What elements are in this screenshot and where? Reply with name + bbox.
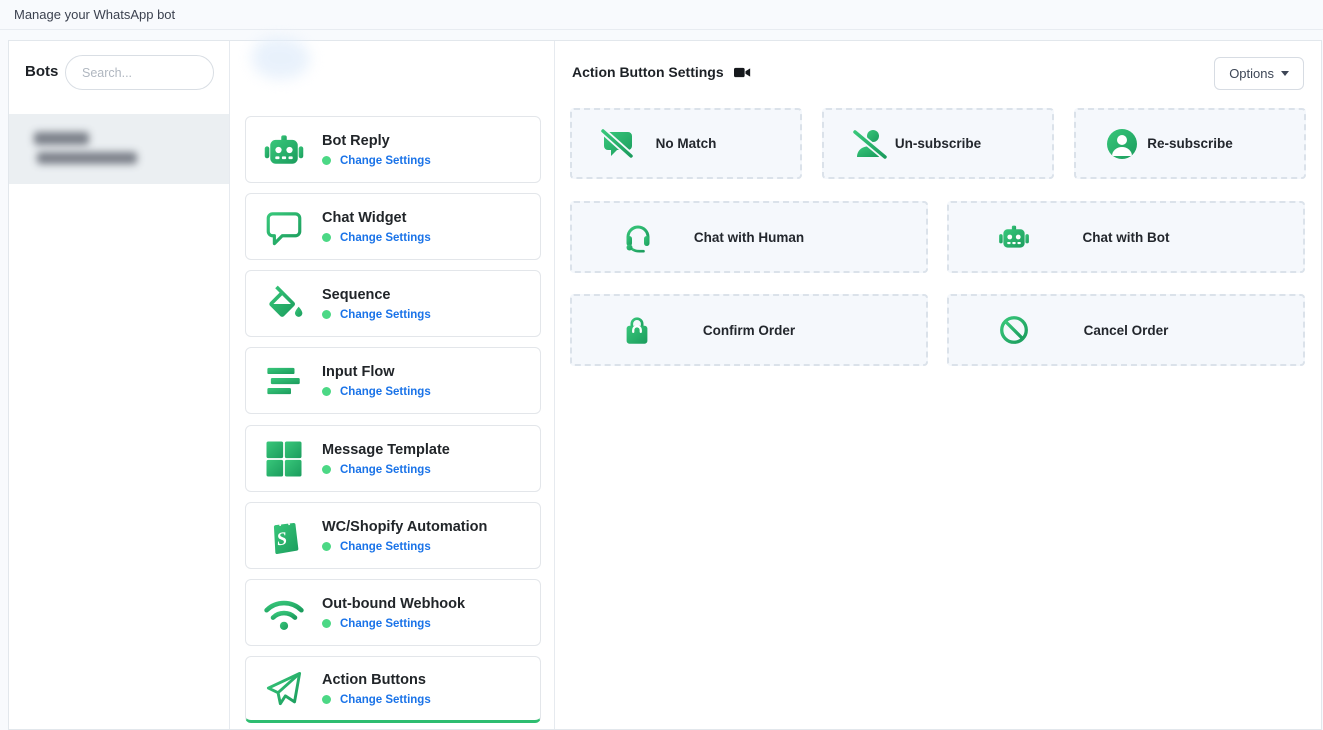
action-label: Re-subscribe: [1076, 110, 1304, 177]
feature-card-message-template[interactable]: Message Template Change Settings: [245, 425, 541, 492]
feature-card-bot-reply[interactable]: Bot Reply Change Settings: [245, 116, 541, 183]
action-chat-with-human[interactable]: Chat with Human: [570, 201, 928, 273]
status-dot: [322, 156, 331, 165]
change-settings-link[interactable]: Change Settings: [340, 309, 431, 321]
main-container: Bots Bot R: [8, 40, 1322, 730]
feature-title: Sequence: [322, 287, 431, 303]
bots-sidebar: Bots: [9, 41, 229, 729]
options-label: Options: [1229, 66, 1274, 81]
redacted-logo-blob: [252, 37, 310, 79]
action-unsubscribe[interactable]: Un-subscribe: [822, 108, 1054, 179]
action-label: Chat with Human: [572, 203, 926, 271]
status-dot: [322, 387, 331, 396]
chat-bubble-icon: [261, 204, 306, 249]
options-button[interactable]: Options: [1214, 57, 1304, 90]
action-confirm-order[interactable]: Confirm Order: [570, 294, 928, 366]
video-camera-icon[interactable]: [734, 66, 751, 79]
page-title: Manage your WhatsApp bot: [14, 7, 175, 22]
bot-list-item-selected[interactable]: [9, 114, 229, 184]
change-settings-link[interactable]: Change Settings: [340, 541, 431, 553]
redacted-bot-name: [34, 132, 89, 145]
redacted-bot-phone: [37, 152, 137, 164]
robot-icon: [261, 127, 306, 172]
bots-heading: Bots: [25, 63, 58, 80]
status-dot: [322, 695, 331, 704]
action-chat-with-bot[interactable]: Chat with Bot: [947, 201, 1305, 273]
status-dot: [322, 310, 331, 319]
feature-title: Chat Widget: [322, 210, 431, 226]
action-resubscribe[interactable]: Re-subscribe: [1074, 108, 1306, 179]
status-dot: [322, 542, 331, 551]
feature-title: Message Template: [322, 442, 450, 458]
status-dot: [322, 619, 331, 628]
feature-card-shopify[interactable]: S WC/Shopify Automation Change Settings: [245, 502, 541, 569]
change-settings-link[interactable]: Change Settings: [340, 464, 431, 476]
wifi-icon: [261, 590, 306, 635]
status-dot: [322, 465, 331, 474]
feature-card-action-buttons[interactable]: Action Buttons Change Settings: [245, 656, 541, 723]
shopify-bag-icon: S: [261, 513, 306, 558]
feature-title: WC/Shopify Automation: [322, 519, 487, 535]
feature-card-chat-widget[interactable]: Chat Widget Change Settings: [245, 193, 541, 260]
feature-title: Out-bound Webhook: [322, 596, 465, 612]
paint-bucket-icon: [261, 281, 306, 326]
panel-title: Action Button Settings: [572, 64, 724, 80]
status-dot: [322, 233, 331, 242]
action-label: Un-subscribe: [824, 110, 1052, 177]
change-settings-link[interactable]: Change Settings: [340, 155, 431, 167]
bars-icon: [261, 358, 306, 403]
search-input[interactable]: [65, 55, 214, 90]
feature-card-webhook[interactable]: Out-bound Webhook Change Settings: [245, 579, 541, 646]
page-header: Manage your WhatsApp bot: [0, 0, 1323, 30]
feature-title: Input Flow: [322, 364, 431, 380]
feature-card-sequence[interactable]: Sequence Change Settings: [245, 270, 541, 337]
action-label: No Match: [572, 110, 800, 177]
feature-card-input-flow[interactable]: Input Flow Change Settings: [245, 347, 541, 414]
feature-title: Action Buttons: [322, 672, 431, 688]
action-label: Confirm Order: [572, 296, 926, 364]
grid-icon: [261, 436, 306, 481]
paper-plane-icon: [261, 666, 306, 711]
action-button-settings-panel: Action Button Settings Options No Ma: [555, 41, 1323, 729]
action-cancel-order[interactable]: Cancel Order: [947, 294, 1305, 366]
action-label: Cancel Order: [949, 296, 1303, 364]
change-settings-link[interactable]: Change Settings: [340, 386, 431, 398]
action-no-match[interactable]: No Match: [570, 108, 802, 179]
change-settings-link[interactable]: Change Settings: [340, 232, 431, 244]
action-label: Chat with Bot: [949, 203, 1303, 271]
feature-title: Bot Reply: [322, 133, 431, 149]
change-settings-link[interactable]: Change Settings: [340, 618, 431, 630]
features-column: Bot Reply Change Settings Chat Widget Ch…: [230, 41, 554, 729]
change-settings-link[interactable]: Change Settings: [340, 694, 431, 706]
chevron-down-icon: [1281, 71, 1289, 76]
